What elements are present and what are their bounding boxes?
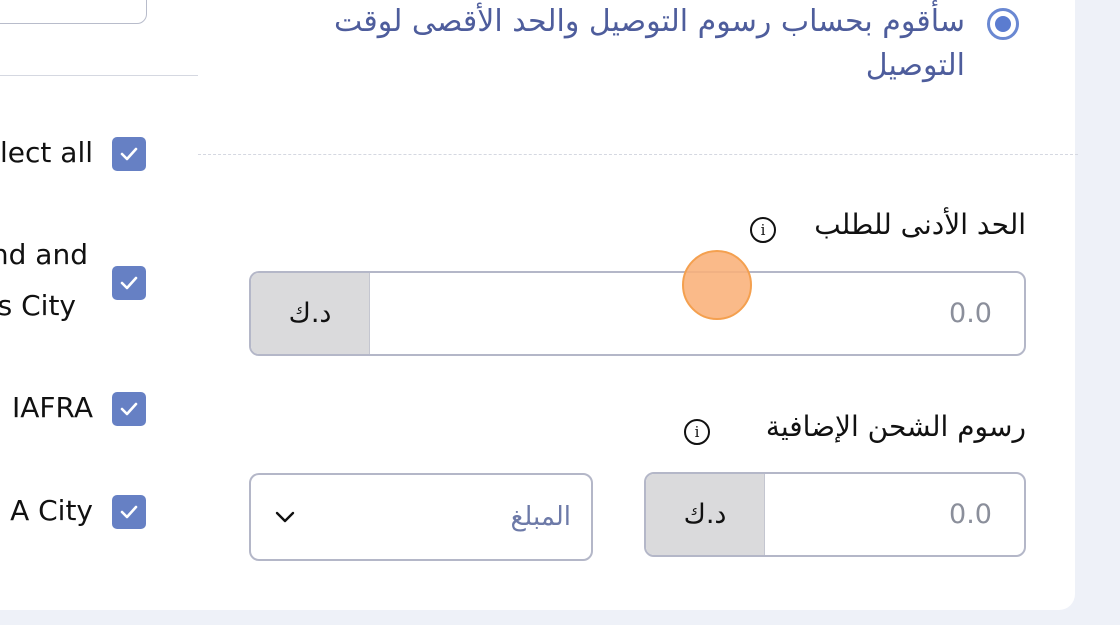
- extra-shipping-input[interactable]: د.ك 0.0: [644, 472, 1026, 557]
- area-item-checkbox[interactable]: [112, 392, 146, 426]
- extra-shipping-label: رسوم الشحن الإضافية: [765, 410, 1026, 443]
- city-item-checkbox[interactable]: [112, 266, 146, 300]
- min-order-input[interactable]: د.ك 0.0: [249, 271, 1026, 356]
- min-order-label: الحد الأدنى للطلب: [814, 208, 1026, 241]
- touch-indicator: [682, 250, 752, 320]
- select-all-checkbox[interactable]: [112, 137, 146, 171]
- delivery-option-radio[interactable]: [987, 8, 1019, 40]
- city-item-2-checkbox[interactable]: [112, 495, 146, 529]
- check-icon: [120, 276, 138, 290]
- check-icon: [120, 147, 138, 161]
- top-input-field[interactable]: [0, 0, 147, 24]
- fee-type-value: المبلغ: [510, 502, 571, 532]
- delivery-option-label[interactable]: سأقوم بحساب رسوم التوصيل والحد الأقصى لو…: [245, 0, 965, 88]
- city-item-2-label: A City: [10, 494, 93, 527]
- check-icon: [120, 402, 138, 416]
- currency-addon: د.ك: [646, 474, 765, 555]
- radio-dot: [995, 16, 1011, 32]
- city-item-label-line1: nd and: [0, 238, 88, 271]
- info-icon[interactable]: i: [684, 419, 710, 445]
- info-icon[interactable]: i: [750, 217, 776, 243]
- select-all-label: lect all: [0, 136, 93, 169]
- section-divider: [198, 154, 1078, 155]
- city-item-label-line2: s City: [0, 289, 76, 322]
- chevron-down-icon: [275, 511, 295, 523]
- check-icon: [120, 505, 138, 519]
- fee-type-select[interactable]: المبلغ: [249, 473, 593, 561]
- left-divider: [0, 75, 198, 76]
- currency-addon: د.ك: [251, 273, 370, 354]
- extra-shipping-value: 0.0: [949, 499, 992, 530]
- area-item-label: IAFRA: [12, 391, 93, 424]
